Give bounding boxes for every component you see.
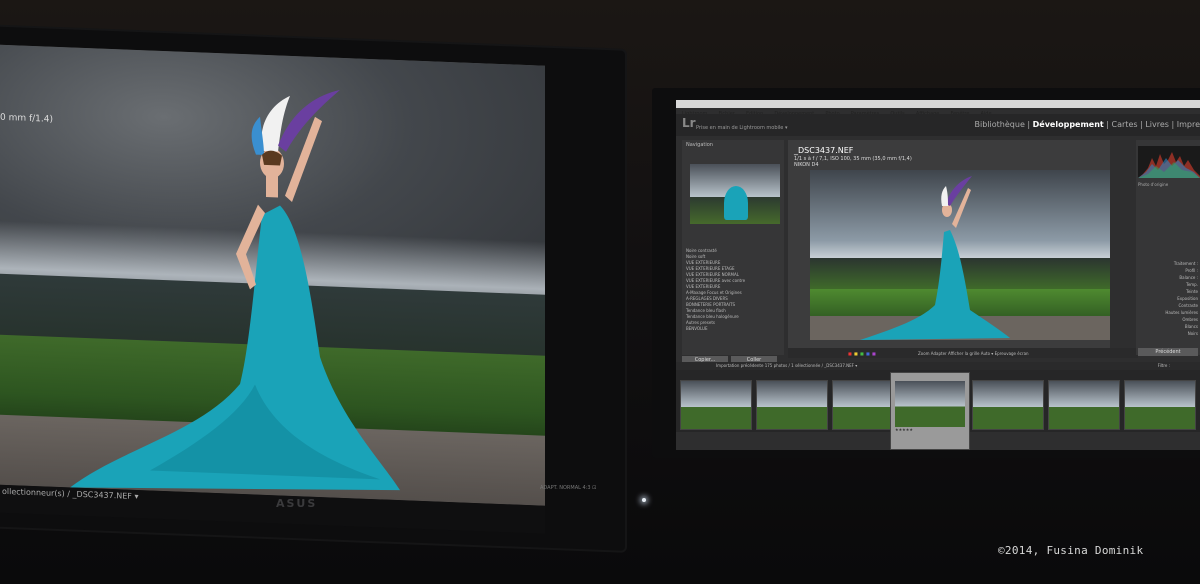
module-library[interactable]: Bibliothèque xyxy=(975,120,1025,129)
panel-label: Blancs xyxy=(1184,324,1198,329)
panel-label: Exposition xyxy=(1177,296,1198,301)
left-panel: Navigation Noire contrasté Noire soft VU… xyxy=(682,140,784,355)
color-label-blue-icon[interactable]: ■ xyxy=(866,351,870,356)
panel-label: Ombres xyxy=(1182,317,1198,322)
navigator-preview[interactable] xyxy=(690,164,780,224)
preset-item[interactable]: BENVOLUE xyxy=(686,326,745,332)
right-panel: Photo d'origine Traitement : Profil : Ba… xyxy=(1136,140,1200,356)
left-monitor: 0 mm f/1.4) ollectionneur(s) / _DSC3437.… xyxy=(0,25,625,551)
panel-label: Temp. xyxy=(1186,282,1198,287)
panel-label: Noirs xyxy=(1187,331,1198,336)
filmstrip-thumb[interactable] xyxy=(972,380,1044,430)
star-rating[interactable]: ★★★★★ xyxy=(895,427,969,432)
previous-button[interactable]: Précédent xyxy=(1138,348,1198,356)
left-panel-buttons: Copier... Coller xyxy=(682,346,784,364)
main-image-view[interactable]: _DSC3437.NEF 1/1 s à f / 7,1, ISO 100, 3… xyxy=(788,140,1110,348)
filmstrip-thumb[interactable] xyxy=(1048,380,1120,430)
panel-label: Hautes lumières xyxy=(1165,310,1198,315)
navigator-header[interactable]: Navigation xyxy=(682,140,784,150)
toolbar-text[interactable]: Zoom Adapter Afficher la grille Auto ▾ E… xyxy=(918,351,1029,356)
filmstrip-thumb[interactable] xyxy=(1124,380,1196,430)
filmstrip-thumb[interactable] xyxy=(680,380,752,430)
panel-label: Profil : xyxy=(1185,268,1198,273)
exif-readout: 0 mm f/1.4) xyxy=(0,112,54,125)
panel-label: Teinte xyxy=(1186,289,1198,294)
lightroom-window: Lightroom Fichier Edition Développement … xyxy=(676,100,1200,450)
panel-label: Contraste xyxy=(1178,303,1198,308)
lightroom-header: Lr Prise en main de Lightroom mobile ▾ B… xyxy=(676,114,1200,136)
basic-panel-labels: Traitement : Profil : Balance : Temp. Te… xyxy=(1150,260,1198,337)
filmstrip-thumb-selected[interactable]: ★★★★★ xyxy=(890,372,970,450)
panel-label: Balance : xyxy=(1179,275,1198,280)
osd-labels: ADAPT. NORMAL 4:3 ⊡ xyxy=(540,485,597,491)
catalog-title[interactable]: Prise en main de Lightroom mobile ▾ xyxy=(696,125,787,131)
filmstrip: ★★★★★ xyxy=(676,370,1200,450)
color-label-red-icon[interactable]: ■ xyxy=(848,351,852,356)
main-photo xyxy=(810,170,1110,340)
filmstrip-thumb[interactable] xyxy=(756,380,828,430)
scene: 0 mm f/1.4) ollectionneur(s) / _DSC3437.… xyxy=(0,0,1200,584)
image-filename: _DSC3437.NEF xyxy=(794,146,854,155)
lightroom-logo-icon: Lr xyxy=(682,116,696,130)
color-label-purple-icon[interactable]: ■ xyxy=(872,351,876,356)
module-picker: Bibliothèque | Développement | Cartes | … xyxy=(974,120,1200,129)
module-develop[interactable]: Développement xyxy=(1033,120,1104,129)
module-book[interactable]: Livres xyxy=(1145,120,1169,129)
model-photo xyxy=(70,89,400,491)
panel-label: Traitement : xyxy=(1173,261,1198,266)
presets-list: Noire contrasté Noire soft VUE EXTERIEUR… xyxy=(686,248,745,332)
filter-label[interactable]: Filtre : xyxy=(1158,362,1170,370)
left-screen: 0 mm f/1.4) xyxy=(0,44,545,506)
histogram xyxy=(1138,146,1200,178)
copyright-watermark: ©2014, Fusina Dominik xyxy=(998,544,1144,557)
mac-menubar: Lightroom Fichier Edition Développement … xyxy=(676,100,1200,117)
monitor-brand: ASUS xyxy=(276,497,318,510)
color-label-green-icon[interactable]: ■ xyxy=(860,351,864,356)
module-map[interactable]: Cartes xyxy=(1112,120,1138,129)
develop-toolbar: Zoom Adapter Afficher la grille Auto ▾ E… xyxy=(788,348,1138,358)
filename-text: ollectionneur(s) / _DSC3437.NEF ▾ xyxy=(2,486,139,502)
original-photo-label[interactable]: Photo d'origine xyxy=(1138,182,1168,187)
power-led-icon xyxy=(642,498,646,502)
module-print[interactable]: Impre xyxy=(1177,120,1200,129)
color-label-yellow-icon[interactable]: ■ xyxy=(854,351,858,356)
filmstrip-source[interactable]: Importation précédente 175 photos / 1 sé… xyxy=(716,363,857,368)
filmstrip-header: Importation précédente 175 photos / 1 sé… xyxy=(676,362,1200,370)
camera-model: NIKON D4 xyxy=(794,162,819,168)
